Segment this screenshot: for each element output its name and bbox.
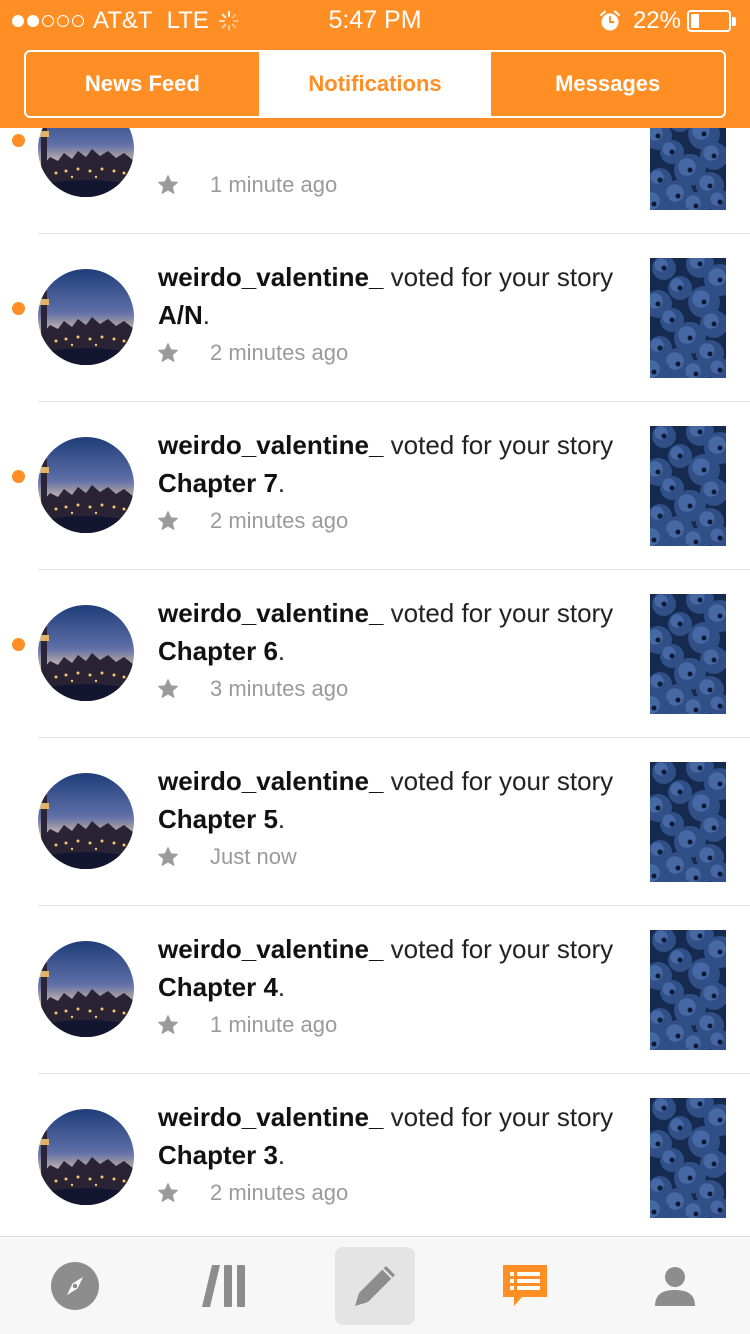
top-header: AT&T LTE 5:47 PM 22% News Feed Notificat… — [0, 0, 750, 128]
bottom-tab-bar — [0, 1236, 750, 1334]
period: . — [277, 1140, 286, 1170]
star-icon — [157, 342, 179, 363]
unread-indicator — [12, 134, 25, 147]
profile-icon — [655, 1267, 695, 1306]
star-icon — [157, 678, 179, 699]
notification-action: voted for your story — [383, 262, 614, 292]
battery-icon — [687, 10, 731, 32]
notification-time: 1 minute ago — [210, 172, 338, 197]
tab-messages[interactable]: Messages — [491, 52, 724, 116]
notification-action: voted for your story — [383, 766, 614, 796]
star-icon — [157, 1014, 179, 1035]
avatar[interactable] — [38, 941, 134, 1037]
notification-story-title[interactable]: Chapter 6 — [158, 636, 278, 666]
notification-meta: 3 minutes ago — [156, 676, 348, 702]
star-icon — [157, 846, 179, 867]
avatar[interactable] — [38, 437, 134, 533]
notification-meta: 2 minutes ago — [156, 508, 348, 534]
notification-row[interactable]: weirdo_valentine_ voted for your story C… — [0, 570, 750, 738]
battery-tip — [732, 16, 736, 26]
notification-username[interactable]: weirdo_valentine_ — [158, 1102, 383, 1132]
segmented-control: News Feed Notifications Messages — [24, 50, 726, 118]
period: . — [277, 972, 286, 1002]
notification-meta: 1 minute ago — [156, 172, 337, 198]
compass-icon — [51, 1262, 99, 1310]
period: . — [277, 636, 286, 666]
notification-time: 1 minute ago — [210, 1012, 338, 1037]
notification-row[interactable]: weirdo_valentine_ voted for your story A… — [0, 234, 750, 402]
notification-time: 2 minutes ago — [210, 1180, 349, 1205]
notification-text: weirdo_valentine_ voted for your story C… — [158, 594, 628, 670]
notification-username[interactable]: weirdo_valentine_ — [158, 430, 383, 460]
notification-text: weirdo_valentine_ voted for your story C… — [158, 426, 628, 502]
notification-action: voted for your story — [383, 934, 614, 964]
status-bar: AT&T LTE 5:47 PM 22% — [0, 0, 750, 40]
notification-row[interactable]: weirdo_valentine_ voted for your story C… — [0, 906, 750, 1074]
avatar[interactable] — [38, 773, 134, 869]
notification-row[interactable]: weirdo_valentine_ voted for your story C… — [0, 402, 750, 570]
notification-row[interactable]: weirdo_valentine_ voted for your story C… — [0, 1074, 750, 1242]
notification-username[interactable]: weirdo_valentine_ — [158, 934, 383, 964]
notification-time: Just now — [210, 844, 297, 869]
alarm-clock-icon — [599, 10, 620, 31]
tab-discover[interactable] — [0, 1237, 150, 1334]
period: . — [277, 804, 286, 834]
pencil-icon — [355, 1266, 395, 1306]
notification-text: weirdo_valentine_ voted for your story C… — [158, 762, 628, 838]
notification-story-title[interactable]: Chapter 4 — [158, 972, 278, 1002]
battery-level — [691, 14, 699, 28]
star-icon — [157, 174, 179, 195]
story-cover[interactable] — [650, 594, 726, 714]
write-button-bg — [335, 1247, 415, 1325]
notification-time: 2 minutes ago — [210, 340, 349, 365]
tab-notifications[interactable]: Notifications — [258, 52, 492, 116]
unread-indicator — [12, 638, 25, 651]
notification-story-title[interactable]: A/N — [158, 300, 203, 330]
period: . — [277, 468, 286, 498]
notifications-icon — [503, 1265, 547, 1306]
notification-action: voted for your story — [383, 1102, 614, 1132]
avatar[interactable] — [38, 269, 134, 365]
notification-row[interactable]: weirdo_valentine_ voted for your story C… — [0, 738, 750, 906]
notification-text: weirdo_valentine_ voted for your story C… — [158, 1098, 628, 1174]
story-cover[interactable] — [650, 258, 726, 378]
notification-text: weirdo_valentine_ voted for your story C… — [158, 930, 628, 1006]
avatar[interactable] — [38, 1109, 134, 1205]
tab-library[interactable] — [150, 1237, 300, 1334]
notification-username[interactable]: weirdo_valentine_ — [158, 262, 383, 292]
tab-write[interactable] — [300, 1237, 450, 1334]
star-icon — [157, 510, 179, 531]
notification-time: 3 minutes ago — [210, 676, 349, 701]
notification-action: voted for your story — [383, 598, 614, 628]
notification-action: voted for your story — [383, 430, 614, 460]
notification-story-title[interactable]: Chapter 5 — [158, 804, 278, 834]
notification-text: weirdo_valentine_ voted for your story A… — [158, 258, 628, 334]
unread-indicator — [12, 470, 25, 483]
story-cover[interactable] — [650, 762, 726, 882]
notification-story-title[interactable]: Chapter 3 — [158, 1140, 278, 1170]
star-icon — [157, 1182, 179, 1203]
tab-profile[interactable] — [600, 1237, 750, 1334]
notification-meta: 2 minutes ago — [156, 340, 348, 366]
notification-list: Chapter 8. 1 minute ago weirdo_valentine… — [0, 66, 750, 1242]
notification-username[interactable]: weirdo_valentine_ — [158, 766, 383, 796]
story-cover[interactable] — [650, 426, 726, 546]
notification-story-title[interactable]: Chapter 7 — [158, 468, 278, 498]
story-cover[interactable] — [650, 1098, 726, 1218]
notification-meta: Just now — [156, 844, 297, 870]
battery-percent: 22% — [632, 7, 681, 34]
status-right: 22% — [599, 7, 736, 35]
notification-meta: 1 minute ago — [156, 1012, 337, 1038]
notification-meta: 2 minutes ago — [156, 1180, 348, 1206]
unread-indicator — [12, 302, 25, 315]
tab-notifications-bottom[interactable] — [450, 1237, 600, 1334]
library-icon — [202, 1265, 245, 1307]
notification-username[interactable]: weirdo_valentine_ — [158, 598, 383, 628]
period: . — [202, 300, 211, 330]
avatar[interactable] — [38, 605, 134, 701]
story-cover[interactable] — [650, 930, 726, 1050]
tab-news-feed[interactable]: News Feed — [26, 52, 259, 116]
notification-time: 2 minutes ago — [210, 508, 349, 533]
